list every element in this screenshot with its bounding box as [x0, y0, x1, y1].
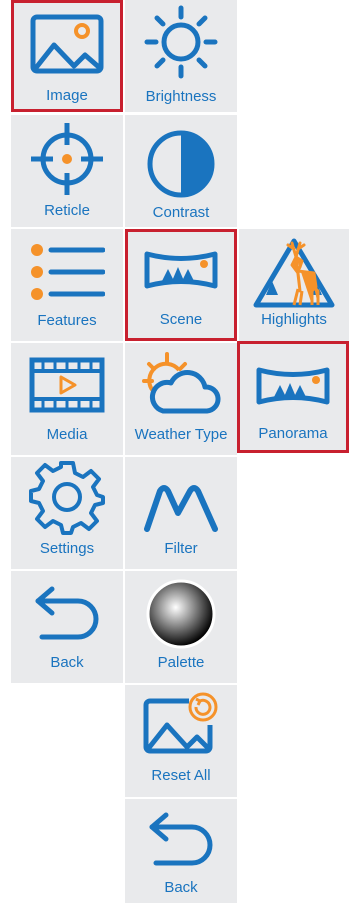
menu-tile-reticle[interactable]: Reticle: [11, 115, 123, 227]
menu-tile-label: Panorama: [258, 425, 328, 442]
contrast-icon: [147, 130, 215, 198]
menu-tile-label: Palette: [157, 654, 205, 671]
panorama-icon: [256, 367, 330, 405]
list-icon: [31, 244, 105, 300]
back-arrow-icon: [35, 586, 99, 640]
menu-tile-brightness[interactable]: Brightness: [125, 0, 237, 112]
menu-tile-image[interactable]: Image: [11, 0, 123, 112]
sun-icon: [144, 5, 218, 79]
menu-tile-features[interactable]: Features: [11, 229, 123, 341]
palette-icon: [146, 579, 216, 649]
menu-tile-label: Image: [46, 87, 88, 104]
menu-tile-media[interactable]: Media: [11, 343, 123, 455]
menu-tile-label: Media: [46, 426, 88, 443]
menu-tile-label: Weather Type: [134, 426, 228, 443]
menu-tile-back[interactable]: Back: [125, 799, 237, 903]
menu-tile-scene[interactable]: Scene: [125, 229, 237, 341]
weather-icon: [142, 352, 221, 414]
gear-icon: [29, 461, 105, 535]
menu-tile-reset-all[interactable]: Reset All: [125, 685, 237, 797]
menu-tile-label: Settings: [39, 540, 95, 557]
reset-image-icon: [143, 692, 218, 754]
menu-tile-label: Filter: [164, 540, 198, 557]
back-arrow-icon: [149, 812, 213, 866]
film-icon: [29, 357, 105, 413]
deer-icon: [253, 238, 335, 308]
scene-icon: [144, 251, 218, 289]
menu-tile-panorama[interactable]: Panorama: [237, 341, 349, 453]
menu-tile-label: Reset All: [151, 767, 211, 784]
menu-tile-label: Brightness: [145, 88, 217, 105]
menu-tile-filter[interactable]: Filter: [125, 457, 237, 569]
menu-tile-label: Back: [164, 879, 198, 896]
menu-tile-label: Highlights: [261, 311, 327, 328]
menu-tile-highlights[interactable]: Highlights: [239, 229, 349, 341]
menu-tile-contrast[interactable]: Contrast: [125, 115, 237, 227]
menu-tile-back[interactable]: Back: [11, 571, 123, 683]
menu-tile-label: Features: [37, 312, 97, 329]
menu-tile-label: Scene: [159, 311, 203, 328]
menu-tile-settings[interactable]: Settings: [11, 457, 123, 569]
menu-tile-label: Back: [50, 654, 84, 671]
menu-tile-weather[interactable]: Weather Type: [125, 343, 237, 455]
menu-tile-palette[interactable]: Palette: [125, 571, 237, 683]
filter-icon: [144, 485, 218, 532]
menu-tile-label: Reticle: [44, 202, 90, 219]
menu-tile-label: Contrast: [152, 204, 210, 221]
crosshair-icon: [31, 123, 103, 195]
image-icon: [30, 14, 104, 74]
